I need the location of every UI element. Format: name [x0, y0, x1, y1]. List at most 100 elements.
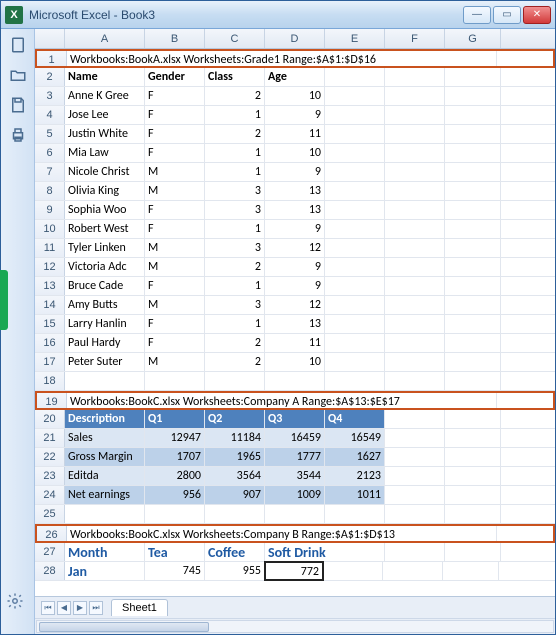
sheet-tab-sheet1[interactable]: Sheet1 — [111, 599, 168, 616]
cell[interactable]: Editda — [65, 467, 145, 485]
col-header-E[interactable]: E — [325, 29, 385, 48]
cell[interactable]: 2 — [205, 258, 265, 276]
tab-nav-first-icon[interactable]: ⏮ — [41, 601, 55, 615]
cell[interactable]: 9 — [265, 220, 325, 238]
cell[interactable]: 9 — [265, 163, 325, 181]
cell[interactable] — [325, 68, 385, 86]
cell[interactable]: F — [145, 220, 205, 238]
cell[interactable]: Jose Lee — [65, 106, 145, 124]
row-header[interactable]: 16 — [35, 334, 65, 352]
row-header[interactable]: 11 — [35, 239, 65, 257]
cell[interactable]: 3564 — [205, 467, 265, 485]
cell[interactable]: Victoria Adc — [65, 258, 145, 276]
row-header[interactable]: 22 — [35, 448, 65, 466]
cell[interactable]: Paul Hardy — [65, 334, 145, 352]
print-icon[interactable] — [8, 125, 28, 145]
cell[interactable]: F — [145, 125, 205, 143]
row-header[interactable]: 18 — [35, 372, 65, 390]
row-header[interactable]: 7 — [35, 163, 65, 181]
cell[interactable]: 9 — [265, 258, 325, 276]
cell[interactable]: Justin White — [65, 125, 145, 143]
cell[interactable]: 12 — [265, 239, 325, 257]
row-header[interactable]: 24 — [35, 486, 65, 504]
cell[interactable]: Q1 — [145, 410, 205, 428]
new-doc-icon[interactable] — [8, 35, 28, 55]
cell[interactable]: 1777 — [265, 448, 325, 466]
kutools-tab[interactable] — [1, 270, 8, 330]
row-header[interactable]: 17 — [35, 353, 65, 371]
minimize-button[interactable]: — — [463, 6, 491, 24]
cell[interactable]: 1965 — [205, 448, 265, 466]
cell[interactable]: 11 — [265, 125, 325, 143]
row-header[interactable]: 3 — [35, 87, 65, 105]
cell[interactable]: 1009 — [265, 486, 325, 504]
cell[interactable]: F — [145, 201, 205, 219]
cell[interactable]: Mia Law — [65, 144, 145, 162]
row-header[interactable]: 5 — [35, 125, 65, 143]
cell[interactable]: F — [145, 144, 205, 162]
cell[interactable] — [445, 68, 501, 86]
cell[interactable]: M — [145, 353, 205, 371]
row-header[interactable]: 4 — [35, 106, 65, 124]
cell[interactable]: 9 — [265, 277, 325, 295]
cell[interactable]: 1627 — [325, 448, 385, 466]
cell[interactable]: 10 — [265, 144, 325, 162]
tab-nav-next-icon[interactable]: ▶ — [73, 601, 87, 615]
col-header-G[interactable]: G — [445, 29, 501, 48]
cell[interactable]: 1 — [205, 144, 265, 162]
cell[interactable] — [385, 68, 445, 86]
cell[interactable]: 3 — [205, 201, 265, 219]
col-header-B[interactable]: B — [145, 29, 205, 48]
row-header[interactable]: 9 — [35, 201, 65, 219]
cell[interactable]: Name — [65, 68, 145, 86]
col-header-C[interactable]: C — [205, 29, 265, 48]
row-header[interactable]: 10 — [35, 220, 65, 238]
cell[interactable]: Q2 — [205, 410, 265, 428]
horizontal-scrollbar[interactable] — [35, 618, 555, 634]
cell[interactable]: 11184 — [205, 429, 265, 447]
save-icon[interactable] — [8, 95, 28, 115]
row-header[interactable]: 12 — [35, 258, 65, 276]
row-header[interactable]: 6 — [35, 144, 65, 162]
cell[interactable]: F — [145, 277, 205, 295]
rows-container[interactable]: 1 Workbooks:BookA.xlsx Worksheets:Grade1… — [35, 49, 555, 596]
cell[interactable]: 9 — [265, 106, 325, 124]
row-header[interactable]: 23 — [35, 467, 65, 485]
cell[interactable]: F — [145, 315, 205, 333]
row-header[interactable]: 26 — [37, 526, 67, 541]
cell[interactable]: 1 — [205, 106, 265, 124]
cell[interactable]: Sales — [65, 429, 145, 447]
cell[interactable]: Gender — [145, 68, 205, 86]
cell[interactable]: 3 — [205, 239, 265, 257]
cell[interactable]: Robert West — [65, 220, 145, 238]
cell[interactable]: 2 — [205, 125, 265, 143]
cell[interactable]: Nicole Christ — [65, 163, 145, 181]
folder-icon[interactable] — [8, 65, 28, 85]
scrollbar-track[interactable] — [36, 620, 554, 633]
cell[interactable]: 1707 — [145, 448, 205, 466]
info-text-3[interactable]: Workbooks:BookC.xlsx Worksheets:Company … — [67, 526, 497, 541]
cell[interactable]: 772 — [264, 561, 324, 581]
cell[interactable]: Bruce Cade — [65, 277, 145, 295]
cell[interactable]: 1 — [205, 220, 265, 238]
cell[interactable]: Class — [205, 68, 265, 86]
cell[interactable]: M — [145, 239, 205, 257]
cell[interactable]: Month — [65, 543, 145, 561]
cell[interactable]: 13 — [265, 182, 325, 200]
col-header-D[interactable]: D — [265, 29, 325, 48]
row-header[interactable]: 15 — [35, 315, 65, 333]
col-header-A[interactable]: A — [65, 29, 145, 48]
cell[interactable]: Peter Suter — [65, 353, 145, 371]
cell[interactable]: Description — [65, 410, 145, 428]
close-button[interactable]: ✕ — [523, 6, 551, 24]
cell[interactable]: 16549 — [325, 429, 385, 447]
row-header[interactable]: 27 — [35, 543, 65, 561]
cell[interactable]: Q4 — [325, 410, 385, 428]
cell[interactable]: Soft Drink — [265, 543, 385, 561]
cell[interactable]: 3 — [205, 182, 265, 200]
gear-icon[interactable] — [6, 592, 24, 613]
cell[interactable]: Gross Margin — [65, 448, 145, 466]
tab-nav-last-icon[interactable]: ⏭ — [89, 601, 103, 615]
cell[interactable]: 2 — [205, 334, 265, 352]
cell[interactable]: 956 — [145, 486, 205, 504]
